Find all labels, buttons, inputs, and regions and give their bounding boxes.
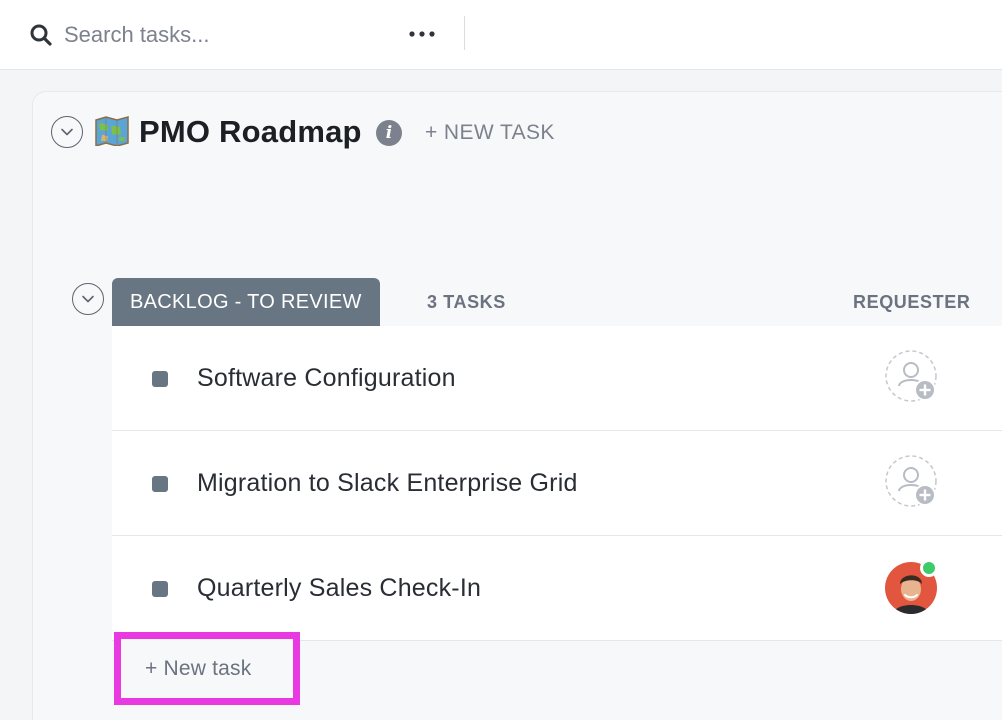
task-status-icon[interactable]	[152, 371, 168, 387]
task-row[interactable]: Migration to Slack Enterprise Grid	[112, 431, 1002, 536]
search-icon	[30, 24, 52, 46]
search-input[interactable]	[64, 18, 394, 52]
chevron-down-icon	[82, 295, 94, 303]
column-header-requester[interactable]: REQUESTER	[853, 292, 970, 313]
list-title[interactable]: PMO Roadmap	[139, 114, 362, 150]
task-row[interactable]: Quarterly Sales Check-In	[112, 536, 1002, 641]
more-horizontal-icon[interactable]	[404, 20, 440, 48]
info-icon[interactable]: i	[376, 120, 402, 146]
group-collapse-toggle[interactable]	[72, 283, 104, 315]
task-status-icon[interactable]	[152, 581, 168, 597]
top-bar	[0, 0, 1002, 70]
online-status-indicator	[920, 559, 938, 577]
task-row[interactable]: Software Configuration	[112, 326, 1002, 431]
status-group-label[interactable]: BACKLOG - TO REVIEW	[112, 278, 380, 326]
new-task-label: + New task	[145, 656, 252, 680]
list-collapse-toggle[interactable]	[51, 116, 83, 148]
chevron-down-icon	[61, 128, 73, 136]
task-name[interactable]: Migration to Slack Enterprise Grid	[197, 469, 578, 498]
avatar[interactable]	[885, 559, 938, 614]
task-name[interactable]: Software Configuration	[197, 364, 456, 393]
toolbar-divider	[464, 16, 465, 50]
task-count: 3 TASKS	[427, 292, 506, 312]
add-user-icon[interactable]	[885, 350, 939, 404]
new-task-header-button[interactable]: + NEW TASK	[425, 121, 555, 145]
task-name[interactable]: Quarterly Sales Check-In	[197, 574, 481, 603]
task-status-icon[interactable]	[152, 476, 168, 492]
add-user-icon[interactable]	[885, 455, 939, 509]
new-task-button[interactable]: + New task	[114, 632, 300, 705]
world-map-emoji	[95, 116, 129, 146]
